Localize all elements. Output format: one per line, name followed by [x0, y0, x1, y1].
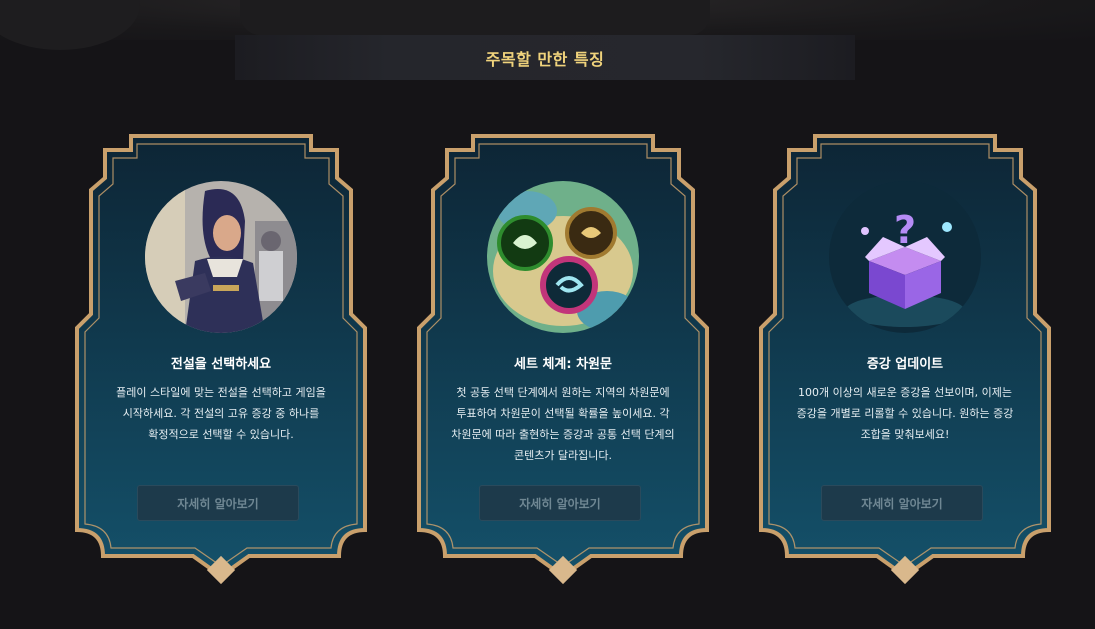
feature-card-augments: ? 증강 업데이트 100개 이상의 새로운 증강을 선보이며, 이제는 증강을… — [759, 128, 1051, 588]
card-title: 세트 체계: 차원문 — [514, 357, 612, 372]
card-title: 증강 업데이트 — [866, 357, 944, 372]
section-title: 주목할 만한 특징 — [485, 49, 605, 69]
learn-more-button[interactable]: 자세히 알아보기 — [821, 485, 983, 521]
backdrop-shape — [0, 0, 140, 50]
legend-portrait-image — [145, 181, 297, 333]
section-header: 주목할 만한 특징 — [235, 35, 855, 80]
card-description: 플레이 스타일에 맞는 전설을 선택하고 게임을 시작하세요. 각 전설의 고유… — [116, 386, 326, 441]
feature-card-legend: 전설을 선택하세요 플레이 스타일에 맞는 전설을 선택하고 게임을 시작하세요… — [75, 128, 367, 588]
learn-more-button[interactable]: 자세히 알아보기 — [137, 485, 299, 521]
augment-box-image: ? — [829, 181, 981, 333]
feature-card-portal: 세트 체계: 차원문 첫 공동 선택 단계에서 원하는 지역의 차원문에 투표하… — [417, 128, 709, 588]
portal-map-image — [487, 181, 639, 333]
card-description: 100개 이상의 새로운 증강을 선보이며, 이제는 증강을 개별로 리롤할 수… — [796, 386, 1014, 441]
backdrop-shape — [240, 0, 710, 35]
card-description: 첫 공동 선택 단계에서 원하는 지역의 차원문에 투표하여 차원문이 선택될 … — [451, 386, 675, 462]
svg-text:?: ? — [894, 208, 916, 252]
card-title: 전설을 선택하세요 — [170, 357, 272, 372]
learn-more-button[interactable]: 자세히 알아보기 — [479, 485, 641, 521]
